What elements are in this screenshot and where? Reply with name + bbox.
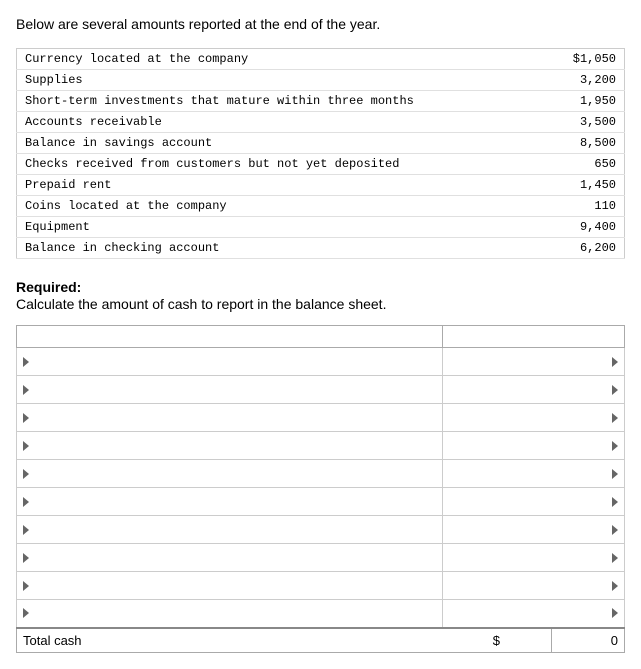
answer-row-label[interactable] (17, 572, 443, 600)
row-value-triangle-icon (612, 469, 618, 479)
row-triangle-icon (23, 608, 29, 618)
row-value-triangle-icon (612, 357, 618, 367)
data-row-label: Supplies (17, 70, 545, 91)
row-triangle-icon (23, 469, 29, 479)
data-row-value: 6,200 (545, 238, 625, 259)
data-table-row: Coins located at the company 110 (17, 196, 625, 217)
answer-row-label[interactable] (17, 376, 443, 404)
data-row-label: Short-term investments that mature withi… (17, 91, 545, 112)
data-table-row: Balance in checking account 6,200 (17, 238, 625, 259)
answer-row-label[interactable] (17, 488, 443, 516)
data-row-label: Currency located at the company (17, 49, 545, 70)
row-triangle-icon (23, 553, 29, 563)
data-table-row: Balance in savings account 8,500 (17, 133, 625, 154)
data-table: Currency located at the company $1,050 S… (16, 48, 625, 259)
row-value-triangle-icon (612, 385, 618, 395)
answer-row (17, 544, 625, 572)
answer-row-value[interactable] (442, 348, 624, 376)
data-table-row: Checks received from customers but not y… (17, 154, 625, 175)
answer-table: Total cash $ 0 (16, 325, 625, 653)
required-description: Calculate the amount of cash to report i… (16, 296, 386, 312)
intro-text: Below are several amounts reported at th… (16, 16, 625, 32)
data-table-row: Prepaid rent 1,450 (17, 175, 625, 196)
answer-row-value[interactable] (442, 516, 624, 544)
data-row-value: 650 (545, 154, 625, 175)
answer-row (17, 572, 625, 600)
answer-row-label[interactable] (17, 460, 443, 488)
answer-row-value[interactable] (442, 460, 624, 488)
data-row-value: 1,450 (545, 175, 625, 196)
answer-row (17, 488, 625, 516)
answer-row-label[interactable] (17, 348, 443, 376)
data-table-row: Short-term investments that mature withi… (17, 91, 625, 112)
row-value-triangle-icon (612, 413, 618, 423)
answer-row-label[interactable] (17, 544, 443, 572)
answer-row (17, 432, 625, 460)
total-label: Total cash (17, 628, 443, 653)
row-value-triangle-icon (612, 608, 618, 618)
answer-row-label[interactable] (17, 600, 443, 628)
data-row-label: Coins located at the company (17, 196, 545, 217)
data-row-label: Prepaid rent (17, 175, 545, 196)
answer-row (17, 376, 625, 404)
row-value-triangle-icon (612, 525, 618, 535)
data-row-label: Balance in savings account (17, 133, 545, 154)
answer-table-header (17, 326, 625, 348)
row-triangle-icon (23, 525, 29, 535)
answer-row (17, 348, 625, 376)
data-row-value: 8,500 (545, 133, 625, 154)
row-triangle-icon (23, 441, 29, 451)
required-section: Required: Calculate the amount of cash t… (16, 279, 625, 313)
answer-row-label[interactable] (17, 516, 443, 544)
row-triangle-icon (23, 385, 29, 395)
row-value-triangle-icon (612, 581, 618, 591)
data-row-value: $1,050 (545, 49, 625, 70)
answer-row-label[interactable] (17, 404, 443, 432)
data-row-label: Balance in checking account (17, 238, 545, 259)
answer-row-value[interactable] (442, 488, 624, 516)
row-value-triangle-icon (612, 441, 618, 451)
row-triangle-icon (23, 497, 29, 507)
data-row-value: 110 (545, 196, 625, 217)
total-row: Total cash $ 0 (17, 628, 625, 653)
answer-row (17, 516, 625, 544)
data-table-row: Supplies 3,200 (17, 70, 625, 91)
total-dollar-sign: $ (442, 628, 551, 653)
answer-row (17, 404, 625, 432)
data-row-value: 3,500 (545, 112, 625, 133)
row-triangle-icon (23, 581, 29, 591)
row-value-triangle-icon (612, 553, 618, 563)
data-row-value: 9,400 (545, 217, 625, 238)
data-table-row: Equipment 9,400 (17, 217, 625, 238)
data-row-label: Checks received from customers but not y… (17, 154, 545, 175)
answer-row-value[interactable] (442, 544, 624, 572)
answer-row-value[interactable] (442, 376, 624, 404)
total-value[interactable]: 0 (551, 628, 624, 653)
data-row-value: 3,200 (545, 70, 625, 91)
answer-row-value[interactable] (442, 572, 624, 600)
header-value-col (442, 326, 624, 348)
answer-row-value[interactable] (442, 432, 624, 460)
data-table-row: Currency located at the company $1,050 (17, 49, 625, 70)
data-table-row: Accounts receivable 3,500 (17, 112, 625, 133)
answer-row-value[interactable] (442, 600, 624, 628)
header-label-col (17, 326, 443, 348)
required-label: Required: (16, 279, 81, 295)
answer-row-value[interactable] (442, 404, 624, 432)
row-value-triangle-icon (612, 497, 618, 507)
data-row-label: Accounts receivable (17, 112, 545, 133)
row-triangle-icon (23, 413, 29, 423)
answer-row (17, 600, 625, 628)
row-triangle-icon (23, 357, 29, 367)
data-row-label: Equipment (17, 217, 545, 238)
answer-row-label[interactable] (17, 432, 443, 460)
data-row-value: 1,950 (545, 91, 625, 112)
answer-row (17, 460, 625, 488)
